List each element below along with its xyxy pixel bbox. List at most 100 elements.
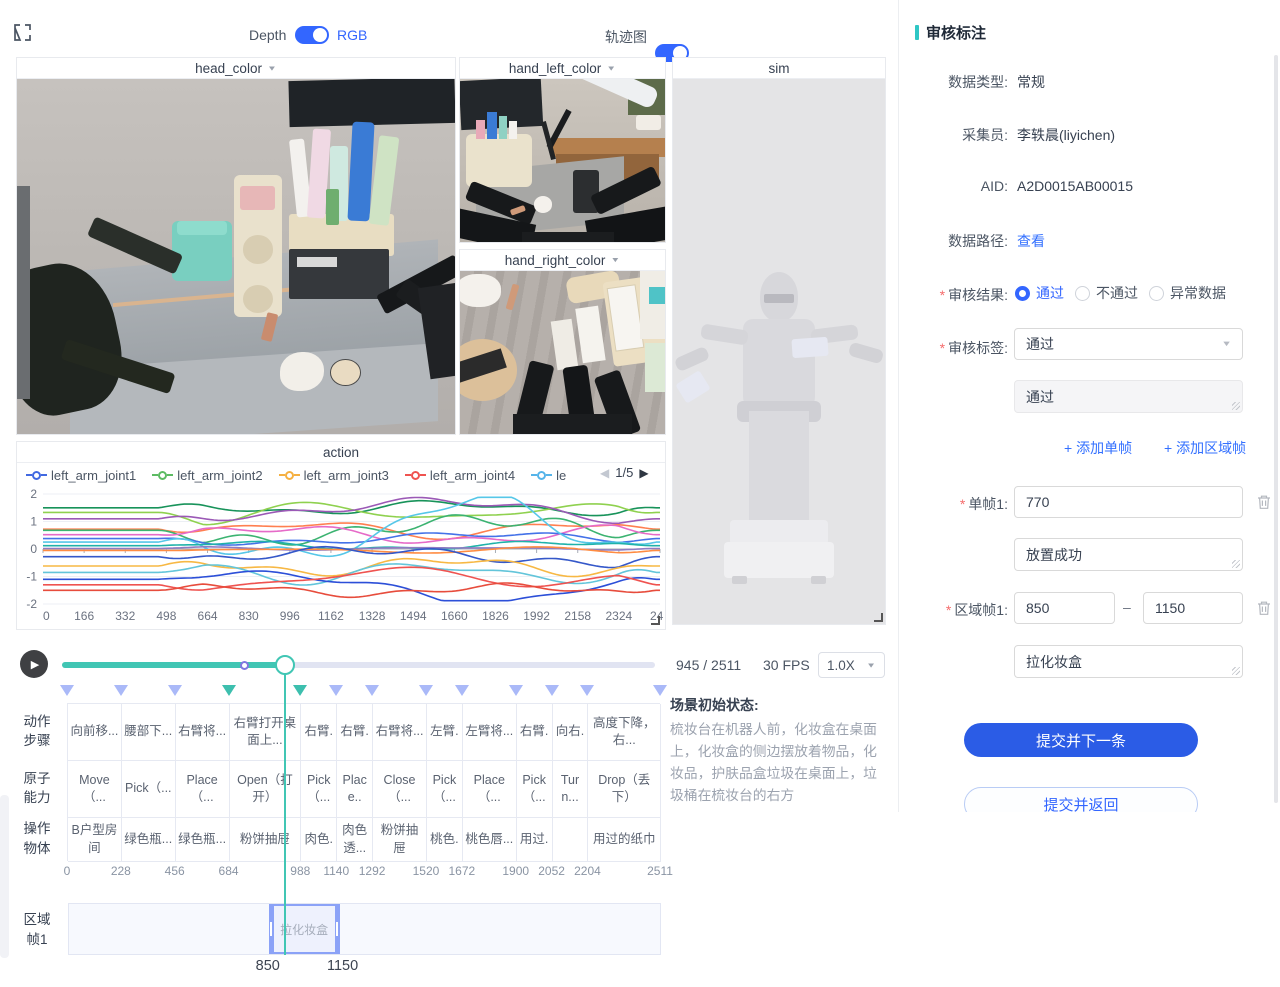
table-cell[interactable]: Place.. xyxy=(337,761,373,818)
table-cell[interactable]: Turn... xyxy=(553,761,589,818)
depth-rgb-toggle[interactable] xyxy=(295,26,329,44)
region-frame-note[interactable]: 拉化妆盒 xyxy=(1014,645,1243,678)
table-cell[interactable]: Pick（... xyxy=(427,761,463,818)
progress-slider[interactable] xyxy=(62,655,655,675)
play-button[interactable]: ▶ xyxy=(20,650,48,678)
table-cell[interactable]: Pick（... xyxy=(301,761,337,818)
table-cell[interactable]: 腰部下... xyxy=(122,704,176,761)
fullscreen-icon[interactable] xyxy=(13,23,32,42)
submit-back-button[interactable]: 提交并返回 xyxy=(964,787,1198,812)
resize-grip-icon[interactable] xyxy=(1232,667,1240,675)
step-marker-icon[interactable] xyxy=(168,685,182,696)
delete-single-frame-icon[interactable] xyxy=(1256,494,1272,510)
step-marker-icon[interactable] xyxy=(329,685,343,696)
delete-region-frame-icon[interactable] xyxy=(1256,600,1272,616)
region-start-input[interactable]: 850 xyxy=(1014,592,1115,624)
table-cell[interactable]: Pick（... xyxy=(122,761,176,818)
submit-next-button[interactable]: 提交并下一条 xyxy=(964,723,1198,757)
table-cell[interactable]: 右臂. xyxy=(517,704,553,761)
table-cell[interactable]: 向前移... xyxy=(68,704,122,761)
table-cell[interactable]: Move（... xyxy=(68,761,122,818)
step-marker-icon[interactable] xyxy=(293,685,307,696)
table-cell[interactable]: 右臂. xyxy=(337,704,373,761)
result-radio-option[interactable]: 通过 xyxy=(1015,283,1064,303)
speed-select[interactable]: 1.0X ▼ xyxy=(818,652,885,678)
single-frame-marker-dot[interactable] xyxy=(240,661,249,670)
right-scrollbar[interactable] xyxy=(1274,55,1278,803)
left-scrollbar[interactable] xyxy=(0,795,9,958)
legend-item[interactable]: le xyxy=(531,468,566,483)
table-cell[interactable]: 高度下降，右... xyxy=(588,704,661,761)
region-end-input[interactable]: 1150 xyxy=(1143,592,1243,624)
table-cell[interactable]: 粉饼抽屉 xyxy=(373,818,427,862)
step-marker-icon[interactable] xyxy=(114,685,128,696)
table-cell[interactable]: Drop（丢下） xyxy=(588,761,661,818)
data-path-link[interactable]: 查看 xyxy=(1017,231,1045,251)
step-marker-icon[interactable] xyxy=(580,685,594,696)
playhead-line[interactable] xyxy=(284,674,286,955)
action-line-chart[interactable]: 210-1-2016633249866483099611621328149416… xyxy=(17,486,664,626)
add-single-frame-link[interactable]: + 添加单帧 xyxy=(1064,438,1132,458)
step-marker-icon[interactable] xyxy=(60,685,74,696)
table-cell[interactable]: Place（... xyxy=(176,761,230,818)
radio-icon[interactable] xyxy=(1149,286,1164,301)
single-frame-label: *单帧1: xyxy=(898,494,1008,514)
table-cell[interactable]: 肉色透... xyxy=(337,818,373,862)
resize-handle-icon[interactable] xyxy=(651,616,660,625)
table-cell[interactable] xyxy=(553,818,589,862)
tag-select[interactable]: 通过 ▼ xyxy=(1014,328,1243,360)
table-cell[interactable]: 左臂将... xyxy=(463,704,517,761)
table-cell[interactable]: 右臂将... xyxy=(373,704,427,761)
frame-scale-label: 228 xyxy=(111,864,131,878)
single-frame-note[interactable]: 放置成功 xyxy=(1014,538,1243,571)
step-marker-icon[interactable] xyxy=(653,685,667,696)
table-cell[interactable]: 用过. xyxy=(517,818,553,862)
radio-icon[interactable] xyxy=(1015,286,1030,301)
step-marker-icon[interactable] xyxy=(222,685,236,696)
region-frame-track[interactable]: 拉化妆盒 xyxy=(68,903,661,955)
legend-item[interactable]: left_arm_joint2 xyxy=(152,468,262,483)
table-cell[interactable]: 肉色. xyxy=(301,818,337,862)
single-frame-input[interactable]: 770 xyxy=(1014,486,1243,518)
hand-right-color-header[interactable]: hand_right_color▼ xyxy=(460,250,665,271)
table-cell[interactable]: 桃色. xyxy=(427,818,463,862)
chevron-down-icon: ▼ xyxy=(606,64,616,72)
pager-prev-icon[interactable]: ◀ xyxy=(600,466,609,480)
step-marker-icon[interactable] xyxy=(455,685,469,696)
legend-item[interactable]: left_arm_joint3 xyxy=(279,468,389,483)
region-frame-segment[interactable]: 拉化妆盒 xyxy=(269,904,340,954)
step-marker-icon[interactable] xyxy=(365,685,379,696)
legend-item[interactable]: left_arm_joint4 xyxy=(405,468,515,483)
step-marker-icon[interactable] xyxy=(509,685,523,696)
slider-handle[interactable] xyxy=(275,655,295,675)
table-cell[interactable]: 绿色瓶... xyxy=(176,818,230,862)
table-cell[interactable]: Close（... xyxy=(373,761,427,818)
resize-handle-icon[interactable] xyxy=(874,613,883,622)
pager-next-icon[interactable]: ▶ xyxy=(639,466,648,480)
table-cell[interactable]: 左臂. xyxy=(427,704,463,761)
step-marker-icon[interactable] xyxy=(545,685,559,696)
tag-note-textarea[interactable]: 通过 xyxy=(1014,380,1243,413)
table-cell[interactable]: 粉饼抽屉 xyxy=(230,818,302,862)
head-color-header[interactable]: head_color▼ xyxy=(17,58,455,79)
legend-item[interactable]: left_arm_joint1 xyxy=(26,468,136,483)
resize-grip-icon[interactable] xyxy=(1232,402,1240,410)
table-cell[interactable]: Pick（... xyxy=(517,761,553,818)
table-cell[interactable]: 用过的纸巾 xyxy=(588,818,661,862)
step-marker-icon[interactable] xyxy=(419,685,433,696)
radio-icon[interactable] xyxy=(1075,286,1090,301)
result-radio-option[interactable]: 不通过 xyxy=(1075,283,1138,303)
table-cell[interactable]: 右臂. xyxy=(301,704,337,761)
table-cell[interactable]: 桃色唇... xyxy=(463,818,517,862)
add-region-frame-link[interactable]: + 添加区域帧 xyxy=(1164,438,1246,458)
table-cell[interactable]: 右臂将... xyxy=(176,704,230,761)
table-cell[interactable]: 右臂打开桌面上... xyxy=(230,704,302,761)
hand-left-color-header[interactable]: hand_left_color▼ xyxy=(460,58,665,79)
table-cell[interactable]: Open（打开） xyxy=(230,761,302,818)
table-cell[interactable]: 绿色瓶... xyxy=(122,818,176,862)
table-cell[interactable]: 向右. xyxy=(553,704,589,761)
table-cell[interactable]: Place（... xyxy=(463,761,517,818)
result-radio-option[interactable]: 异常数据 xyxy=(1149,283,1226,303)
table-cell[interactable]: B户型房间 xyxy=(68,818,122,862)
resize-grip-icon[interactable] xyxy=(1232,560,1240,568)
